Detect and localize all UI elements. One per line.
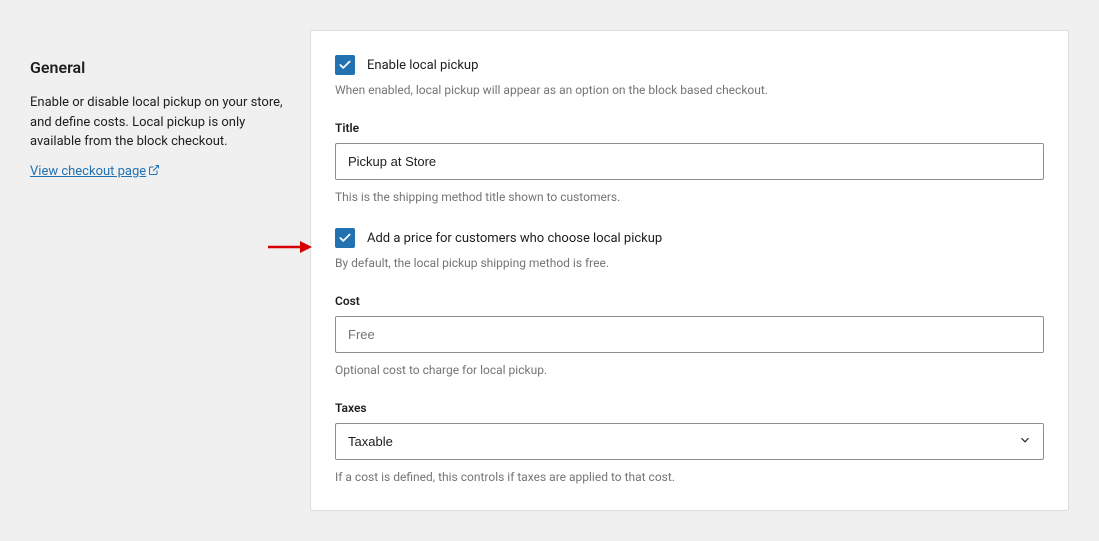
- taxes-help-text: If a cost is defined, this controls if t…: [335, 468, 1044, 486]
- title-input[interactable]: [335, 143, 1044, 180]
- add-price-checkbox[interactable]: [335, 228, 355, 248]
- view-checkout-link[interactable]: View checkout page: [30, 164, 160, 179]
- cost-input[interactable]: [335, 316, 1044, 353]
- check-icon: [338, 58, 352, 72]
- settings-panel: Enable local pickup When enabled, local …: [310, 30, 1069, 511]
- add-price-label: Add a price for customers who choose loc…: [367, 231, 662, 246]
- check-icon: [338, 231, 352, 245]
- title-label: Title: [335, 121, 1044, 135]
- annotation-arrow-icon: [268, 238, 312, 256]
- enable-local-pickup-checkbox[interactable]: [335, 55, 355, 75]
- sidebar-heading: General: [30, 58, 290, 77]
- add-price-help-text: By default, the local pickup shipping me…: [335, 254, 1044, 272]
- cost-label: Cost: [335, 294, 1044, 308]
- sidebar: General Enable or disable local pickup o…: [30, 30, 290, 511]
- external-link-icon: [148, 164, 160, 180]
- enable-local-pickup-label: Enable local pickup: [367, 58, 478, 73]
- title-help-text: This is the shipping method title shown …: [335, 188, 1044, 206]
- taxes-label: Taxes: [335, 401, 1044, 415]
- cost-help-text: Optional cost to charge for local pickup…: [335, 361, 1044, 379]
- enable-help-text: When enabled, local pickup will appear a…: [335, 81, 1044, 99]
- taxes-select[interactable]: Taxable: [335, 423, 1044, 460]
- sidebar-description: Enable or disable local pickup on your s…: [30, 93, 290, 152]
